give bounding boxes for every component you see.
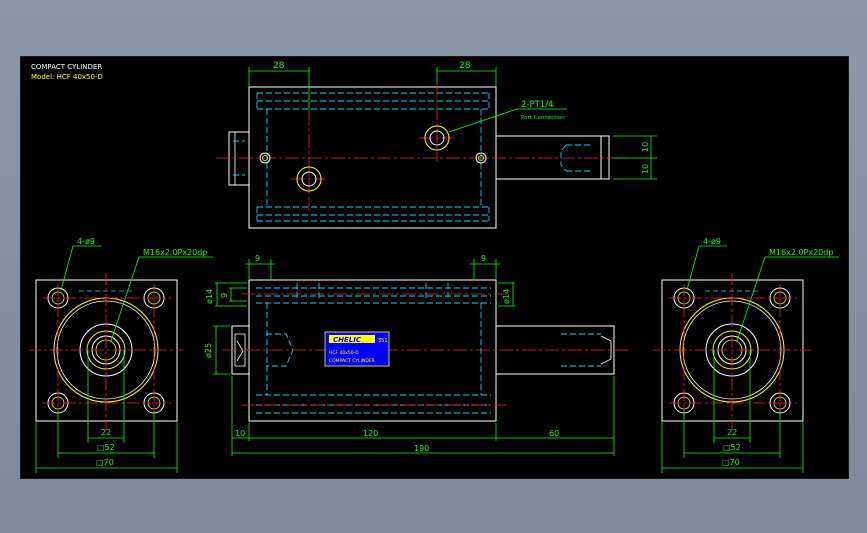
dim-phi25: ø25 — [204, 343, 213, 358]
left-dim-70: □70 — [96, 458, 114, 467]
dim-9-vert: 9 — [220, 293, 229, 298]
left-thread-label: M16x2.0Px20dp — [143, 248, 207, 257]
left-holes-label: 4-ø9 — [77, 237, 95, 246]
top-view: 28 28 2-PT1/4 Port Connection 10 10 — [216, 61, 657, 229]
port-sublabel: Port Connection — [521, 115, 565, 121]
dim-120: 120 — [363, 429, 378, 438]
nameplate-name: COMPACT CYLINDER — [329, 358, 375, 364]
dim-28-right: 28 — [459, 61, 471, 71]
port-label: 2-PT1/4 — [521, 100, 553, 110]
right-end-view: 4-ø9 M16x2.0Px20dp 22 □52 □70 — [653, 237, 839, 473]
nameplate: CHELIC 351 HCF 40x50-D COMPACT CYLINDER — [324, 331, 390, 367]
dim-9-right: 9 — [481, 254, 486, 263]
dim-28-left: 28 — [273, 61, 285, 71]
nameplate-model: HCF 40x50-D — [329, 350, 359, 356]
dim-10-b: 10 — [641, 164, 650, 174]
nameplate-brand: CHELIC — [333, 336, 362, 344]
drawing-model: Model: HCF 40x50-D — [31, 73, 103, 81]
right-dim-22: 22 — [727, 428, 737, 437]
dim-190: 190 — [414, 444, 429, 453]
dim-10: 10 — [235, 429, 245, 438]
dim-phi14-left: ø14 — [205, 289, 214, 304]
right-thread-label: M16x2.0Px20dp — [769, 248, 833, 257]
nameplate-code: 351 — [378, 338, 388, 344]
left-end-view: 4-ø9 M16x2.0Px20dp 22 □52 □70 — [29, 237, 213, 473]
right-holes-label: 4-ø9 — [703, 237, 721, 246]
right-dim-70: □70 — [722, 458, 740, 467]
front-view: CHELIC 351 HCF 40x50-D COMPACT CYLINDER — [204, 254, 629, 456]
left-dim-52: □52 — [97, 443, 115, 452]
cad-drawing: COMPACT CYLINDER Model: HCF 40x50-D 28 2… — [29, 61, 839, 473]
dim-60: 60 — [549, 429, 559, 438]
right-dim-52: □52 — [723, 443, 741, 452]
dim-10-a: 10 — [641, 142, 650, 152]
left-dim-22: 22 — [101, 428, 111, 437]
dim-phi14-right: ø14 — [502, 289, 511, 304]
dim-9-left: 9 — [255, 254, 260, 263]
drawing-canvas: COMPACT CYLINDER Model: HCF 40x50-D 28 2… — [20, 56, 849, 479]
drawing-title: COMPACT CYLINDER — [31, 63, 102, 71]
